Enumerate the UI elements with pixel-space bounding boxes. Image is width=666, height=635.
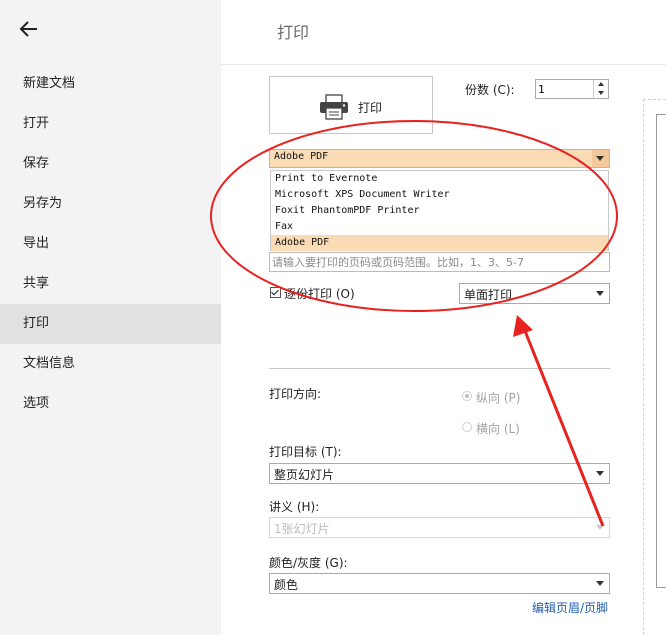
sidebar-item-open[interactable]: 打开: [0, 104, 221, 144]
annotation-arrow-shaft: [521, 325, 605, 527]
orientation-label: 打印方向:: [269, 387, 322, 401]
print-button[interactable]: 打印: [269, 76, 433, 134]
handout-select: 1张幻灯片: [269, 517, 610, 538]
stepper-down-button[interactable]: [594, 89, 609, 98]
radio-dot: [462, 422, 472, 432]
sidebar: 新建文档 打开 保存 另存为 导出 共享 打印 文档信息 选项: [0, 0, 221, 635]
copies-stepper[interactable]: [535, 79, 609, 99]
sidebar-item-share[interactable]: 共享: [0, 264, 221, 304]
sidebar-item-new[interactable]: 新建文档: [0, 64, 221, 104]
print-target-value: 整页幻灯片: [274, 468, 335, 482]
sidebar-item-print[interactable]: 打印: [0, 304, 221, 344]
back-arrow-icon[interactable]: [16, 16, 42, 42]
chevron-down-icon: [596, 581, 604, 586]
printer-select[interactable]: Adobe PDF: [269, 149, 610, 168]
radio-dot: [462, 391, 472, 401]
collate-checkbox[interactable]: [270, 287, 281, 298]
collate-label: 逐份打印 (O): [284, 287, 355, 301]
stepper-up-button[interactable]: [594, 80, 609, 89]
color-label: 颜色/灰度 (G):: [269, 556, 348, 570]
page-title: 打印: [277, 23, 310, 42]
chevron-down-icon: [596, 471, 604, 476]
printer-icon: [320, 94, 348, 120]
copies-input[interactable]: [538, 81, 592, 97]
printer-option[interactable]: Fax: [271, 219, 608, 235]
printer-dropdown-list: Print to Evernote Microsoft XPS Document…: [270, 170, 609, 251]
portrait-label: 纵向 (P): [476, 391, 521, 405]
preview-page: [656, 114, 666, 588]
duplex-select[interactable]: 单面打印: [459, 283, 610, 304]
chevron-down-icon: [596, 525, 604, 530]
sidebar-item-save[interactable]: 保存: [0, 144, 221, 184]
print-button-label: 打印: [358, 101, 383, 115]
print-target-select[interactable]: 整页幻灯片: [269, 463, 610, 484]
print-preview-pane: [643, 99, 666, 635]
printer-option-selected[interactable]: Adobe PDF: [271, 235, 608, 251]
header-divider: [221, 64, 666, 65]
chevron-down-icon: [598, 91, 604, 95]
chevron-down-icon: [596, 156, 604, 161]
section-divider: [269, 368, 610, 369]
sidebar-item-doc-info[interactable]: 文档信息: [0, 344, 221, 384]
printer-select-value: Adobe PDF: [274, 151, 329, 162]
sidebar-item-export[interactable]: 导出: [0, 224, 221, 264]
print-target-label: 打印目标 (T):: [269, 445, 342, 459]
sidebar-item-options[interactable]: 选项: [0, 384, 221, 424]
copies-label: 份数 (C):: [465, 83, 515, 97]
printer-option[interactable]: Print to Evernote: [271, 171, 608, 187]
color-value: 颜色: [274, 578, 299, 592]
printer-option[interactable]: Microsoft XPS Document Writer: [271, 187, 608, 203]
handout-value: 1张幻灯片: [274, 522, 330, 536]
printer-option[interactable]: Foxit PhantomPDF Printer: [271, 203, 608, 219]
handout-label: 讲义 (H):: [269, 500, 320, 514]
page-range-field[interactable]: [269, 252, 610, 272]
sidebar-item-save-as[interactable]: 另存为: [0, 184, 221, 224]
edit-header-footer-link[interactable]: 编辑页眉/页脚: [532, 599, 608, 616]
chevron-up-icon: [598, 82, 604, 86]
annotation-arrowhead: [513, 315, 533, 337]
printer-dropdown-button[interactable]: [592, 150, 609, 167]
duplex-value: 单面打印: [464, 288, 513, 302]
chevron-down-icon: [596, 291, 604, 296]
page-range-input[interactable]: [272, 255, 602, 269]
landscape-label: 横向 (L): [476, 422, 520, 436]
color-select[interactable]: 颜色: [269, 573, 610, 594]
